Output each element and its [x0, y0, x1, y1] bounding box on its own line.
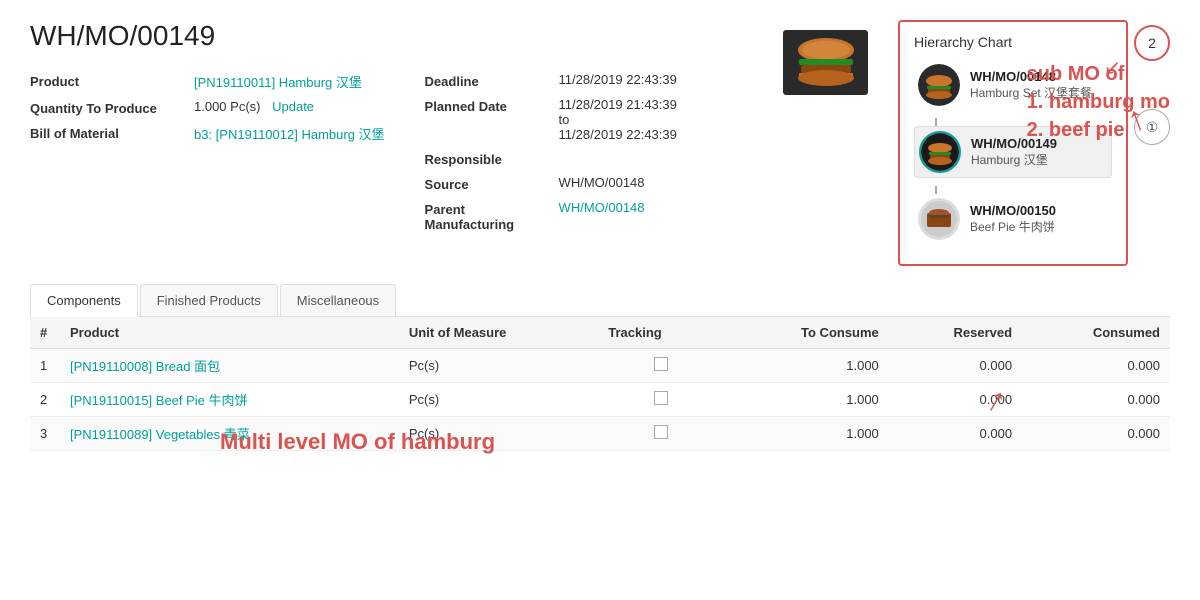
- page-title: WH/MO/00149: [30, 20, 763, 52]
- tab-miscellaneous[interactable]: Miscellaneous: [280, 284, 396, 316]
- row3-to-consume: 1.000: [723, 417, 889, 451]
- source-value: WH/MO/00148: [559, 175, 725, 192]
- row1-product-link[interactable]: [PN19110008] Bread 面包: [70, 359, 220, 374]
- qty-label: Quantity To Produce: [30, 99, 190, 116]
- tabs: Components Finished Products Miscellaneo…: [30, 284, 1170, 316]
- hierarchy-img-3: [918, 198, 960, 240]
- hierarchy-img-1: [918, 64, 960, 106]
- planned-date-label: Planned Date: [425, 97, 555, 142]
- col-num: #: [30, 317, 60, 349]
- hierarchy-item-2[interactable]: WH/MO/00149 Hamburg 汉堡: [914, 126, 1112, 178]
- row1-to-consume: 1.000: [723, 349, 889, 383]
- table-row: 2 [PN19110015] Beef Pie 牛肉饼 Pc(s) 1.000 …: [30, 383, 1170, 417]
- product-link[interactable]: [PN19110011] Hamburg 汉堡: [194, 75, 362, 90]
- col-consumed: Consumed: [1022, 317, 1170, 349]
- row1-reserved: 0.000: [889, 349, 1022, 383]
- row2-num: 2: [30, 383, 60, 417]
- row2-to-consume: 1.000: [723, 383, 889, 417]
- row3-product-link[interactable]: [PN19110089] Vegetables 青菜: [70, 427, 250, 442]
- hierarchy-connector-1: [935, 118, 937, 126]
- row3-checkbox[interactable]: [654, 425, 668, 439]
- col-reserved: Reserved: [889, 317, 1022, 349]
- row2-tracking: [598, 383, 723, 417]
- table-row: 3 [PN19110089] Vegetables 青菜 Pc(s) 1.000…: [30, 417, 1170, 451]
- deadline-value: 11/28/2019 22:43:39: [559, 72, 725, 89]
- parent-mfg-value: WH/MO/00148: [559, 200, 725, 232]
- bom-label: Bill of Material: [30, 124, 190, 143]
- bom-link[interactable]: b3: [PN19110012] Hamburg 汉堡: [194, 127, 385, 142]
- row1-consumed: 0.000: [1022, 349, 1170, 383]
- row2-checkbox[interactable]: [654, 391, 668, 405]
- hierarchy-connector-2: [935, 186, 937, 194]
- parent-mfg-link[interactable]: WH/MO/00148: [559, 200, 645, 215]
- deadline-label: Deadline: [425, 72, 555, 89]
- table-container: # Product Unit of Measure Tracking To Co…: [30, 317, 1170, 451]
- col-tracking: Tracking: [598, 317, 723, 349]
- hierarchy-item-3[interactable]: WH/MO/00150 Beef Pie 牛肉饼: [914, 194, 1112, 244]
- components-table: # Product Unit of Measure Tracking To Co…: [30, 317, 1170, 451]
- product-label: Product: [30, 72, 190, 91]
- badge-1[interactable]: ①: [1134, 109, 1170, 145]
- product-image: [783, 30, 868, 95]
- row1-checkbox[interactable]: [654, 357, 668, 371]
- badge-2[interactable]: 2: [1134, 25, 1170, 61]
- table-row: 1 [PN19110008] Bread 面包 Pc(s) 1.000 0.00…: [30, 349, 1170, 383]
- responsible-label: Responsible: [425, 150, 555, 167]
- qty-value: 1.000 Pc(s) Update: [194, 99, 385, 116]
- row3-reserved: 0.000: [889, 417, 1022, 451]
- row3-uom: Pc(s): [399, 417, 598, 451]
- row3-product: [PN19110089] Vegetables 青菜: [60, 417, 399, 451]
- row2-reserved: 0.000: [889, 383, 1022, 417]
- tab-finished-products[interactable]: Finished Products: [140, 284, 278, 316]
- hierarchy-item-1[interactable]: WH/MO/00148 Hamburg Set 汉堡套餐: [914, 60, 1112, 110]
- col-product: Product: [60, 317, 399, 349]
- row1-tracking: [598, 349, 723, 383]
- row1-uom: Pc(s): [399, 349, 598, 383]
- update-link[interactable]: Update: [272, 99, 314, 114]
- row2-product: [PN19110015] Beef Pie 牛肉饼: [60, 383, 399, 417]
- row3-num: 3: [30, 417, 60, 451]
- row3-tracking: [598, 417, 723, 451]
- col-to-consume: To Consume: [723, 317, 889, 349]
- tabs-container: Components Finished Products Miscellaneo…: [30, 284, 1170, 317]
- responsible-value: [559, 150, 725, 167]
- row2-uom: Pc(s): [399, 383, 598, 417]
- tab-components[interactable]: Components: [30, 284, 138, 317]
- product-value: [PN19110011] Hamburg 汉堡: [194, 72, 385, 91]
- parent-mfg-label: Parent Manufacturing: [425, 200, 555, 232]
- row2-product-link[interactable]: [PN19110015] Beef Pie 牛肉饼: [70, 393, 248, 408]
- row3-consumed: 0.000: [1022, 417, 1170, 451]
- hierarchy-img-2: [919, 131, 961, 173]
- hierarchy-title: Hierarchy Chart: [914, 34, 1112, 50]
- hierarchy-text-2: WH/MO/00149 Hamburg 汉堡: [971, 136, 1057, 168]
- planned-date-value: 11/28/2019 21:43:39 to 11/28/2019 22:43:…: [559, 97, 725, 142]
- row1-num: 1: [30, 349, 60, 383]
- row1-product: [PN19110008] Bread 面包: [60, 349, 399, 383]
- hierarchy-text-1: WH/MO/00148 Hamburg Set 汉堡套餐: [970, 69, 1092, 101]
- bom-value: b3: [PN19110012] Hamburg 汉堡: [194, 124, 385, 143]
- row2-consumed: 0.000: [1022, 383, 1170, 417]
- col-uom: Unit of Measure: [399, 317, 598, 349]
- hierarchy-chart: Hierarchy Chart WH/MO/00148: [898, 20, 1128, 266]
- source-label: Source: [425, 175, 555, 192]
- hierarchy-text-3: WH/MO/00150 Beef Pie 牛肉饼: [970, 203, 1056, 235]
